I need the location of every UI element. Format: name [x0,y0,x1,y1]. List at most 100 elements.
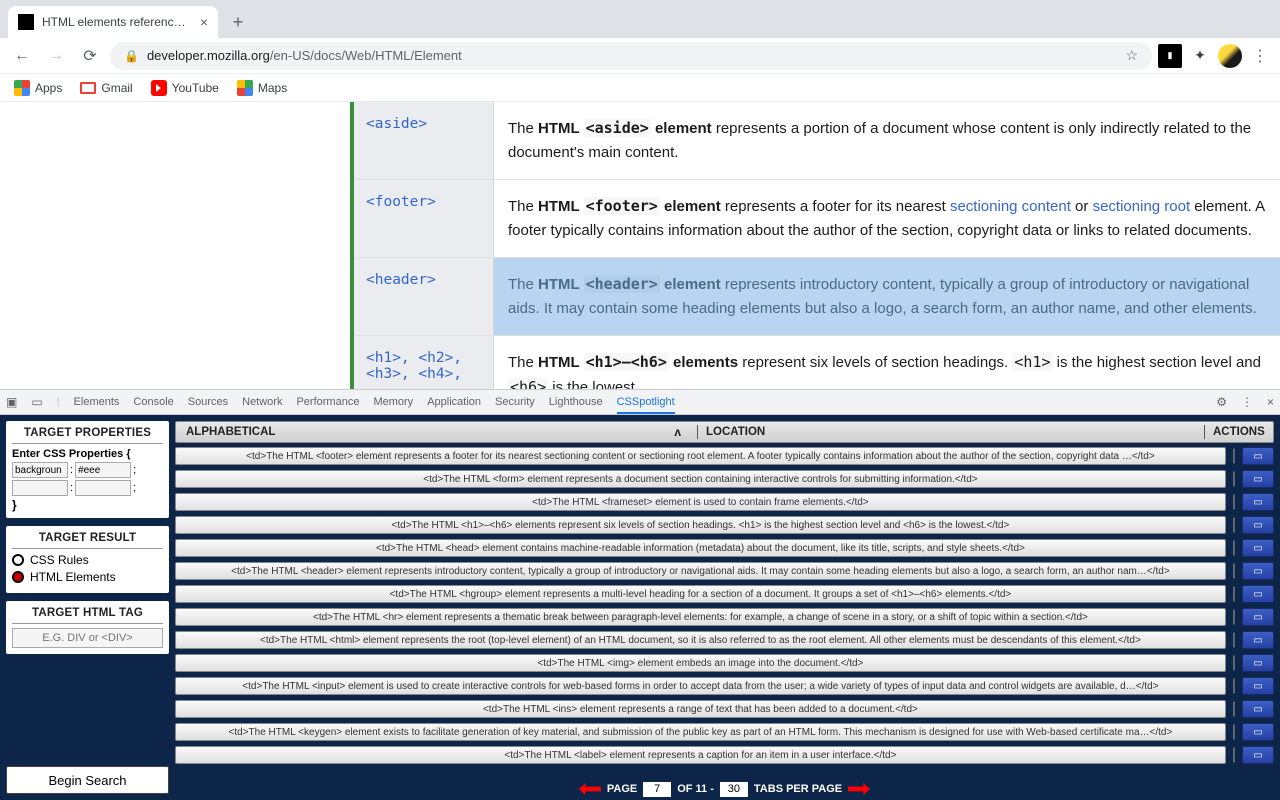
gear-icon[interactable]: ⚙ [1216,395,1227,409]
bookmark-gmail[interactable]: Gmail [80,81,132,95]
forward-button[interactable]: → [42,42,70,70]
gmail-icon [80,82,96,94]
result-bar[interactable]: <td>The HTML <head> element contains mac… [175,539,1226,557]
result-action-button[interactable]: ▭ [1242,493,1274,511]
close-icon[interactable]: × [200,14,208,30]
target-properties-box: TARGET PROPERTIES Enter CSS Properties {… [6,421,169,518]
devtools-tab-memory[interactable]: Memory [373,396,413,408]
mdn-tag-cell[interactable]: <aside> [354,102,494,179]
begin-search-button[interactable]: Begin Search [6,766,169,794]
devtools-tab-network[interactable]: Network [242,396,282,408]
mdn-tag-cell[interactable]: <footer> [354,180,494,257]
result-action-button[interactable]: ▭ [1242,447,1274,465]
result-bar[interactable]: <td>The HTML <form> element represents a… [175,470,1226,488]
bookmark-maps[interactable]: Maps [237,80,287,96]
per-page-input[interactable] [720,782,748,797]
address-bar[interactable]: 🔒 developer.mozilla.org/en-US/docs/Web/H… [110,42,1152,70]
url-text: developer.mozilla.org/en-US/docs/Web/HTM… [147,48,1117,63]
css-prop-key-input-2[interactable] [12,480,68,496]
result-row: <td>The HTML <frameset> element is used … [175,492,1274,512]
result-action-button[interactable]: ▭ [1242,470,1274,488]
spotlight-footer: PAGE OF 11 - TABS PER PAGE [175,778,1274,800]
result-row: <td>The HTML <header> element represents… [175,561,1274,581]
bookmark-apps[interactable]: Apps [14,80,62,96]
result-bar[interactable]: <td>The HTML <hr> element represents a t… [175,608,1226,626]
inspect-icon[interactable]: ▣ [6,395,17,409]
result-bar[interactable]: <td>The HTML <hgroup> element represents… [175,585,1226,603]
device-icon[interactable]: ▭ [31,395,42,409]
youtube-icon [151,80,167,96]
devtools-tab-performance[interactable]: Performance [296,396,359,408]
page-label: PAGE [607,783,637,795]
result-row: <td>The HTML <head> element contains mac… [175,538,1274,558]
mdn-tag-cell[interactable]: <h1>, <h2>, <h3>, <h4>, [354,336,494,389]
result-action-button[interactable]: ▭ [1242,700,1274,718]
enter-css-label: Enter CSS Properties { [12,448,163,460]
devtools-tab-sources[interactable]: Sources [188,396,228,408]
star-icon[interactable]: ☆ [1125,47,1138,64]
result-action-button[interactable]: ▭ [1242,562,1274,580]
devtools-tab-application[interactable]: Application [427,396,481,408]
avatar[interactable] [1218,44,1242,68]
result-action-button[interactable]: ▭ [1242,585,1274,603]
result-bar[interactable]: <td>The HTML <header> element represents… [175,562,1226,580]
mdn-desc-cell: The HTML <footer> element represents a f… [494,180,1280,257]
result-bar[interactable]: <td>The HTML <img> element embeds an ima… [175,654,1226,672]
devtools-menu-icon[interactable]: ⋮ [1241,395,1253,409]
page-content: <aside>The HTML <aside> element represen… [0,102,1280,389]
page-next-button[interactable] [848,783,870,795]
result-action-button[interactable]: ▭ [1242,516,1274,534]
result-bar[interactable]: <td>The HTML <label> element represents … [175,746,1226,764]
result-row: <td>The HTML <hgroup> element represents… [175,584,1274,604]
result-bar[interactable]: <td>The HTML <h1>–<h6> elements represen… [175,516,1226,534]
bookmark-youtube[interactable]: YouTube [151,80,219,96]
extensions-menu-icon[interactable]: ✦ [1188,44,1212,68]
result-action-button[interactable]: ▭ [1242,608,1274,626]
devtools-tab-csspotlight[interactable]: CSSpotlight [617,396,675,414]
css-prop-key-input[interactable] [12,462,68,478]
bookmarks-bar: Apps Gmail YouTube Maps [0,74,1280,102]
browser-tab[interactable]: HTML elements reference - HT × [8,6,218,38]
radio-css-rules[interactable]: CSS Rules [12,553,163,567]
result-action-button[interactable]: ▭ [1242,539,1274,557]
col-alphabetical[interactable]: ALPHABETICAL [186,426,674,438]
mdn-row: <footer>The HTML <footer> element repres… [354,180,1280,258]
extension-icon[interactable]: ▮ [1158,44,1182,68]
mdn-tag-cell[interactable]: <header> [354,258,494,335]
tab-strip: HTML elements reference - HT × + [0,0,1280,38]
page-prev-button[interactable] [579,783,601,795]
chrome-menu-icon[interactable]: ⋮ [1248,44,1272,68]
devtools-tab-console[interactable]: Console [133,396,173,408]
maps-icon [237,80,253,96]
result-bar[interactable]: <td>The HTML <keygen> element exists to … [175,723,1226,741]
result-bar[interactable]: <td>The HTML <ins> element represents a … [175,700,1226,718]
new-tab-button[interactable]: + [224,8,252,36]
mdn-desc-cell: The HTML <h1>–<h6> elements represent si… [494,336,1280,389]
devtools-close-icon[interactable]: × [1267,395,1274,409]
spotlight-sidebar: TARGET PROPERTIES Enter CSS Properties {… [0,415,175,800]
devtools-tab-elements[interactable]: Elements [74,396,120,408]
result-bar[interactable]: <td>The HTML <html> element represents t… [175,631,1226,649]
target-tag-input[interactable] [12,628,163,648]
result-row: <td>The HTML <hr> element represents a t… [175,607,1274,627]
browser-toolbar: ← → ⟳ 🔒 developer.mozilla.org/en-US/docs… [0,38,1280,74]
result-action-button[interactable]: ▭ [1242,654,1274,672]
result-bar[interactable]: <td>The HTML <frameset> element is used … [175,493,1226,511]
css-prop-val-input-2[interactable] [75,480,131,496]
chevron-up-icon[interactable]: ʌ [674,425,681,439]
back-button[interactable]: ← [8,42,36,70]
result-action-button[interactable]: ▭ [1242,746,1274,764]
target-properties-title: TARGET PROPERTIES [12,427,163,444]
result-bar[interactable]: <td>The HTML <footer> element represents… [175,447,1226,465]
devtools-tab-security[interactable]: Security [495,396,535,408]
result-action-button[interactable]: ▭ [1242,631,1274,649]
page-number-input[interactable] [643,782,671,797]
css-prop-val-input[interactable] [75,462,131,478]
result-bar[interactable]: <td>The HTML <input> element is used to … [175,677,1226,695]
devtools-tab-lighthouse[interactable]: Lighthouse [549,396,603,408]
radio-html-elements[interactable]: HTML Elements [12,570,163,584]
result-action-button[interactable]: ▭ [1242,723,1274,741]
col-location[interactable]: LOCATION [706,426,1196,438]
reload-button[interactable]: ⟳ [76,42,104,70]
result-action-button[interactable]: ▭ [1242,677,1274,695]
